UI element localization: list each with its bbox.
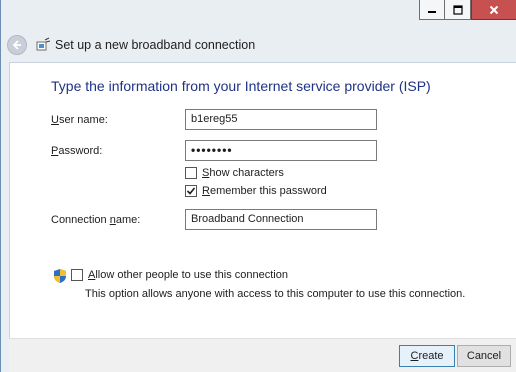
allow-others-checkbox[interactable] <box>71 269 83 281</box>
connection-name-input[interactable]: Broadband Connection <box>185 209 377 230</box>
remember-password-checkbox[interactable] <box>185 185 197 197</box>
allow-others-description: This option allows anyone with access to… <box>85 288 466 300</box>
back-button[interactable] <box>7 35 27 55</box>
show-characters-text: how characters <box>209 167 284 179</box>
close-button[interactable] <box>471 0 516 20</box>
title-bar: Set up a new broadband connection <box>1 0 516 62</box>
show-characters-checkbox-row[interactable]: Show characters <box>185 167 284 179</box>
remember-password-accelerator: R <box>202 185 210 197</box>
allow-others-text: llow other people to use this connection <box>95 269 288 281</box>
back-arrow-icon <box>12 40 21 50</box>
remember-password-checkbox-row[interactable]: Remember this password <box>185 185 327 197</box>
caption-buttons <box>419 0 516 20</box>
maximize-icon <box>452 4 463 15</box>
window-title: Set up a new broadband connection <box>55 38 256 52</box>
connection-name-label-after: ame: <box>115 214 141 226</box>
minimize-icon <box>428 10 436 13</box>
left-frame <box>1 62 9 372</box>
page-heading: Type the information from your Internet … <box>51 78 431 94</box>
maximize-button[interactable] <box>445 0 471 20</box>
user-name-input[interactable]: b1ereg55 <box>185 109 377 130</box>
create-button[interactable]: Create <box>399 345 455 367</box>
show-characters-label: Show characters <box>202 167 284 179</box>
cancel-button[interactable]: Cancel <box>457 345 511 367</box>
password-label: Password: <box>51 145 102 157</box>
allow-others-label: Allow other people to use this connectio… <box>88 269 288 281</box>
uac-shield-icon <box>54 269 66 283</box>
allow-others-checkbox-row[interactable]: Allow other people to use this connectio… <box>71 269 288 281</box>
user-name-label: User name: <box>51 114 108 126</box>
show-characters-checkbox[interactable] <box>185 167 197 179</box>
broadband-connection-icon <box>36 37 51 51</box>
broadband-wizard-window: Set up a new broadband connection Type t… <box>0 0 516 372</box>
connection-name-label-before: Connection <box>51 214 110 226</box>
wizard-footer: Create Cancel <box>9 338 516 372</box>
checkmark-icon <box>186 187 196 195</box>
create-accelerator: C <box>410 350 419 362</box>
remember-password-label: Remember this password <box>202 185 327 197</box>
minimize-button[interactable] <box>419 0 445 20</box>
connection-name-label: Connection name: <box>51 214 140 226</box>
user-name-accelerator: U <box>51 114 59 126</box>
password-label-text: assword: <box>58 145 103 157</box>
create-label: reate <box>418 350 444 362</box>
user-name-label-text: ser name: <box>58 114 108 126</box>
close-icon <box>489 5 499 14</box>
remember-password-text: emember this password <box>209 185 327 197</box>
password-input[interactable]: •••••••• <box>185 140 377 161</box>
